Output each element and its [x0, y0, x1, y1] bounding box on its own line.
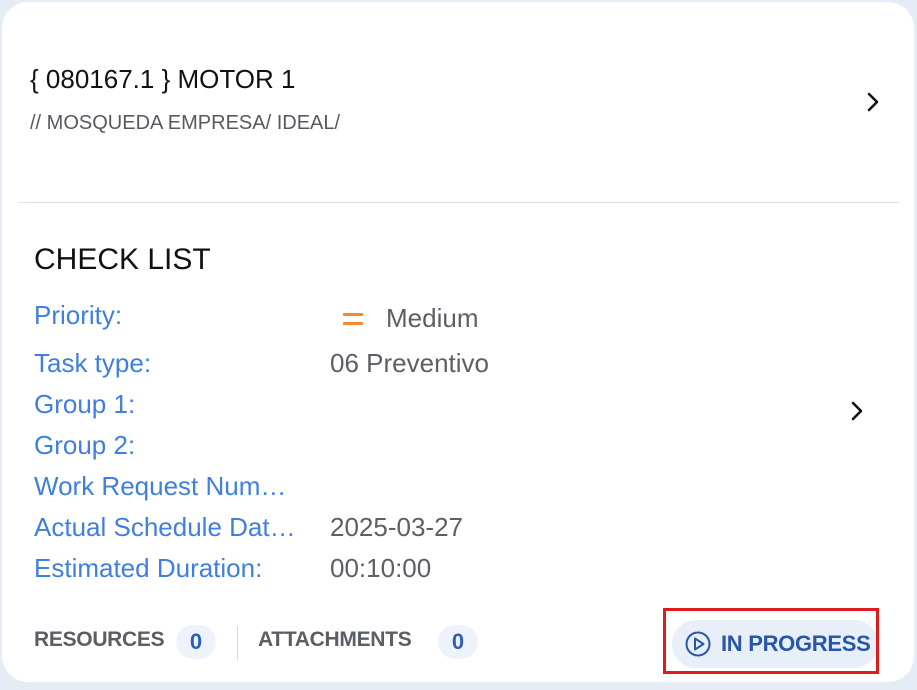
asset-row[interactable]: { 080167.1 } MOTOR 1 // MOSQUEDA EMPRESA…: [2, 2, 914, 202]
actual-schedule-date-value: 2025-03-27: [330, 512, 463, 542]
chevron-right-icon[interactable]: [862, 91, 884, 113]
status-button[interactable]: IN PROGRESS: [672, 620, 878, 668]
status-label: IN PROGRESS: [721, 631, 871, 656]
equals-icon: [343, 313, 363, 327]
chevron-right-icon[interactable]: [846, 400, 868, 422]
task-title: CHECK LIST: [34, 243, 211, 276]
estimated-duration-value: 00:10:00: [330, 553, 432, 583]
task-type-value: 06 Preventivo: [330, 348, 489, 378]
estimated-duration-label: Estimated Duration:: [34, 553, 263, 583]
footer-separator: [237, 626, 238, 660]
asset-path: // MOSQUEDA EMPRESA/ IDEAL/: [30, 112, 341, 134]
work-order-card: { 080167.1 } MOTOR 1 // MOSQUEDA EMPRESA…: [2, 2, 914, 682]
priority-value: Medium: [386, 303, 479, 333]
priority-label: Priority:: [34, 300, 123, 330]
resources-count-badge[interactable]: 0: [176, 625, 216, 659]
task-type-label: Task type:: [34, 348, 152, 378]
play-circle-icon: [684, 630, 712, 658]
resources-label[interactable]: RESOURCES: [34, 628, 165, 652]
asset-title: { 080167.1 } MOTOR 1: [30, 64, 296, 94]
attachments-count-badge[interactable]: 0: [438, 625, 478, 659]
group-1-label: Group 1:: [34, 389, 136, 419]
divider: [18, 202, 900, 203]
group-2-label: Group 2:: [34, 430, 136, 460]
work-request-label: Work Request Num…: [34, 471, 287, 501]
attachments-label[interactable]: ATTACHMENTS: [258, 628, 412, 652]
actual-schedule-date-label: Actual Schedule Dat…: [34, 512, 296, 542]
